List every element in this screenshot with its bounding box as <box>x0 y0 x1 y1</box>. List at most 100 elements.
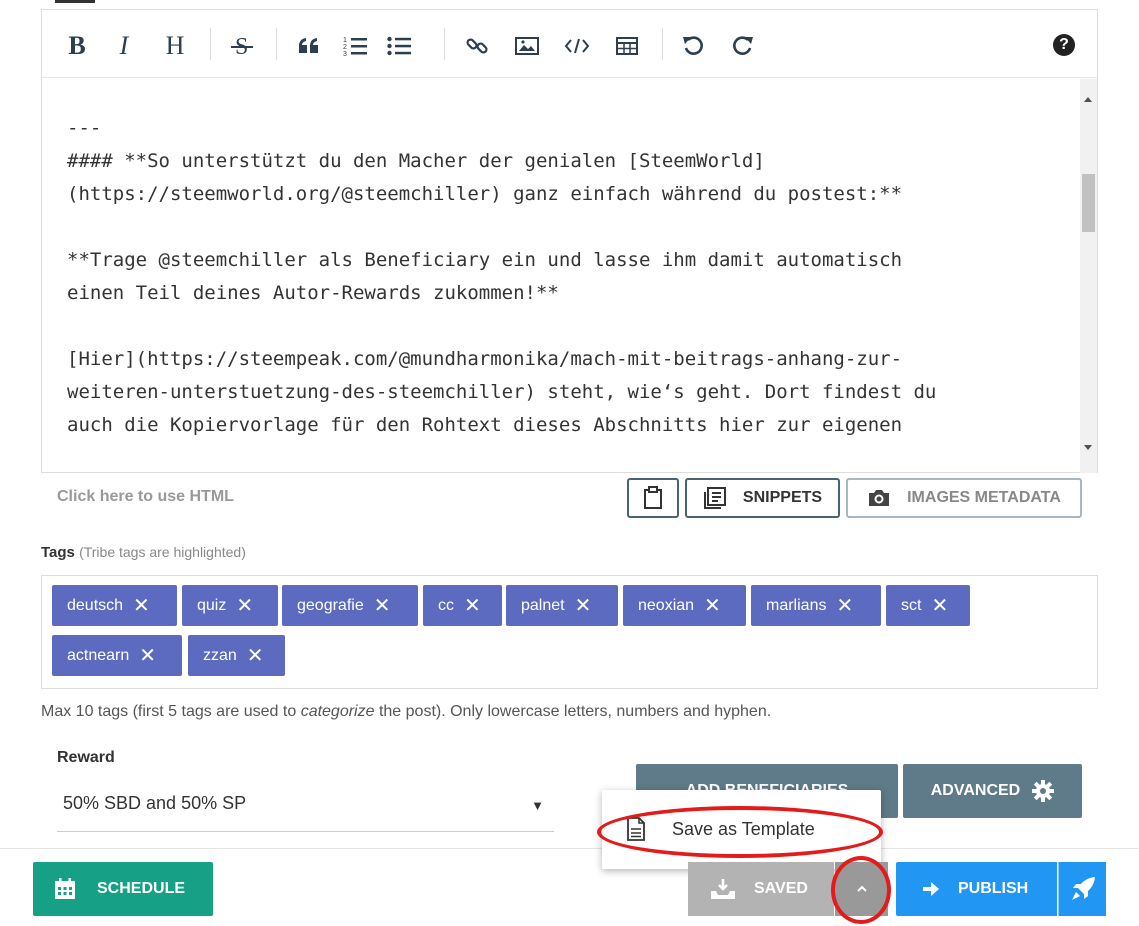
remove-tag-icon[interactable]: ✕ <box>575 596 592 616</box>
svg-text:2: 2 <box>343 44 347 51</box>
remove-tag-icon[interactable]: ✕ <box>464 596 481 616</box>
tag-label: geografie <box>297 596 364 614</box>
top-strip <box>55 0 95 3</box>
remove-tag-icon[interactable]: ✕ <box>836 596 853 616</box>
scroll-down-arrow-icon[interactable] <box>1084 445 1092 450</box>
remove-tag-icon[interactable]: ✕ <box>133 596 150 616</box>
camera-icon <box>869 490 890 506</box>
arrow-right-icon <box>923 882 939 896</box>
inbox-download-icon <box>711 879 735 899</box>
tags-label: Tags (Tribe tags are highlighted) <box>41 544 246 561</box>
tag-label: zzan <box>203 646 237 664</box>
tag-label: deutsch <box>67 596 124 614</box>
editor-line: (https://steemworld.org/@steemchiller) g… <box>67 183 903 205</box>
editor-line: weiteren-unterstuetzung-des-steemchiller… <box>67 381 937 403</box>
remove-tag-icon[interactable]: ✕ <box>236 596 253 616</box>
saved-button[interactable]: SAVED <box>688 862 834 916</box>
toolbar-divider <box>444 28 445 60</box>
editor-line: #### **So unterstützt du den Macher der … <box>67 150 765 172</box>
remove-tag-icon[interactable]: ✕ <box>139 646 156 666</box>
link-icon[interactable] <box>464 32 490 60</box>
tags-hint: (Tribe tags are highlighted) <box>79 544 246 560</box>
save-options-toggle[interactable] <box>835 862 888 916</box>
tag-chip[interactable]: palnet ✕ <box>506 585 618 626</box>
svg-text:1: 1 <box>343 37 347 44</box>
editor-line: auch die Kopiervorlage für den Rohtext d… <box>67 414 903 436</box>
editor-line: --- <box>67 117 102 139</box>
publish-button[interactable]: PUBLISH <box>896 862 1057 916</box>
dropdown-arrow-icon: ▼ <box>531 798 544 813</box>
bullet-list-icon[interactable] <box>386 32 412 60</box>
tag-chip[interactable]: neoxian ✕ <box>623 585 746 626</box>
bold-button[interactable]: B <box>66 31 88 60</box>
gear-icon <box>1032 780 1055 802</box>
save-options-popup: Save as Template <box>602 790 881 869</box>
tags-note-suffix: the post). Only lowercase letters, numbe… <box>374 703 772 720</box>
tag-chip[interactable]: actnearn ✕ <box>52 635 182 676</box>
document-icon <box>627 817 645 841</box>
tag-label: quiz <box>197 596 227 614</box>
chevron-up-icon <box>856 885 867 892</box>
ordered-list-icon[interactable]: 123 <box>342 32 368 60</box>
schedule-label: SCHEDULE <box>97 880 186 897</box>
undo-icon[interactable] <box>680 32 706 60</box>
publish-options-button[interactable] <box>1058 862 1106 916</box>
snippets-button[interactable]: SNIPPETS <box>685 478 840 518</box>
toolbar-divider <box>276 28 277 60</box>
tag-chip[interactable]: deutsch ✕ <box>52 585 177 626</box>
table-icon[interactable] <box>614 32 640 60</box>
remove-tag-icon[interactable]: ✕ <box>247 646 264 666</box>
saved-label: SAVED <box>754 880 808 897</box>
tags-label-text: Tags <box>41 544 75 561</box>
publish-label: PUBLISH <box>958 880 1029 897</box>
heading-button[interactable]: H <box>162 31 188 60</box>
reward-label: Reward <box>57 749 115 766</box>
tag-chip[interactable]: quiz ✕ <box>182 585 278 626</box>
italic-button[interactable]: I <box>114 31 134 60</box>
code-icon[interactable] <box>564 32 590 60</box>
advanced-button[interactable]: ADVANCED <box>903 764 1082 818</box>
tag-label: marlians <box>766 596 827 614</box>
tag-chip[interactable]: marlians ✕ <box>751 585 881 626</box>
remove-tag-icon[interactable]: ✕ <box>374 596 391 616</box>
remove-tag-icon[interactable]: ✕ <box>931 596 948 616</box>
advanced-label: ADVANCED <box>930 782 1021 799</box>
schedule-button[interactable]: SCHEDULE <box>33 862 213 916</box>
tag-chip[interactable]: cc ✕ <box>423 585 502 626</box>
images-metadata-button[interactable]: IMAGES METADATA <box>846 478 1082 518</box>
markdown-editor: B I H S 123 ? --- #### **So unterstützt … <box>41 9 1098 473</box>
rocket-icon <box>1071 877 1095 900</box>
tags-note-emphasis: categorize <box>300 703 375 720</box>
svg-text:3: 3 <box>343 51 347 57</box>
tag-label: neoxian <box>638 596 695 614</box>
tag-chip[interactable]: zzan ✕ <box>188 635 285 676</box>
footer-divider <box>0 848 1139 849</box>
editor-toolbar: B I H S 123 ? <box>42 10 1097 78</box>
tags-input[interactable]: deutsch ✕ quiz ✕ geografie ✕ cc ✕ palnet ✕ neoxian… <box>41 575 1098 689</box>
use-html-link[interactable]: Click here to use HTML <box>57 488 234 506</box>
scroll-up-arrow-icon[interactable] <box>1084 97 1092 102</box>
clipboard-button[interactable] <box>627 478 679 518</box>
tags-note: Max 10 tags (first 5 tags are used to ca… <box>41 703 771 721</box>
editor-line: **Trage @steemchiller als Beneficiary ei… <box>67 249 903 271</box>
images-metadata-label: IMAGES METADATA <box>907 489 1061 506</box>
quote-icon[interactable] <box>296 32 322 60</box>
tag-chip[interactable]: geografie ✕ <box>282 585 418 626</box>
remove-tag-icon[interactable]: ✕ <box>704 596 721 616</box>
editor-scrollbar[interactable] <box>1080 79 1097 473</box>
snippets-icon <box>703 487 726 509</box>
tag-chip[interactable]: sct ✕ <box>886 585 970 626</box>
calendar-icon <box>55 878 75 899</box>
markdown-textarea[interactable]: --- #### **So unterstützt du den Macher d… <box>42 79 1082 473</box>
strikethrough-icon[interactable]: S <box>228 32 256 60</box>
scroll-thumb[interactable] <box>1082 174 1095 232</box>
save-as-template-menu-item[interactable]: Save as Template <box>602 810 881 848</box>
reward-select[interactable]: 50% SBD and 50% SP ▼ <box>57 776 554 832</box>
redo-icon[interactable] <box>730 32 756 60</box>
image-icon[interactable] <box>514 32 540 60</box>
tag-label: actnearn <box>67 646 130 664</box>
help-icon[interactable]: ? <box>1053 34 1075 56</box>
